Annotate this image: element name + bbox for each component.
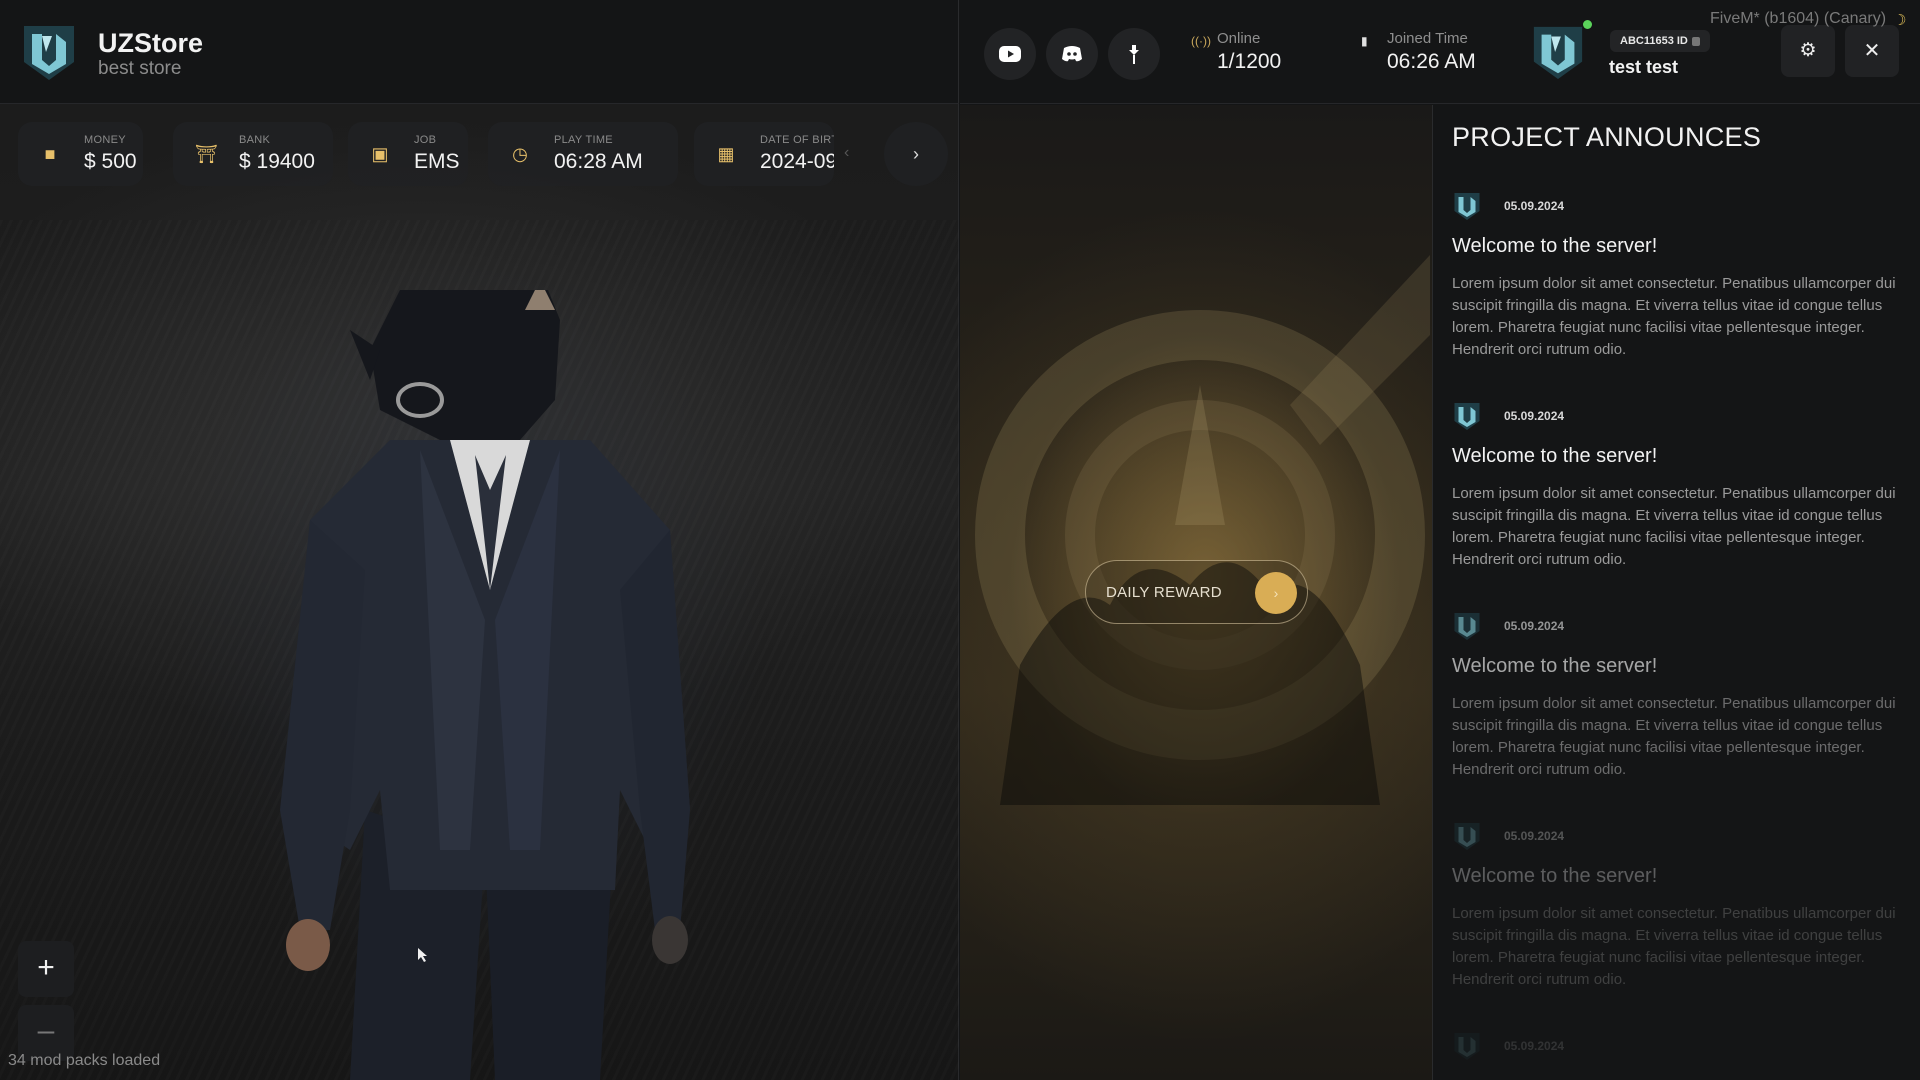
online-value: 1/1200 [1217,50,1282,73]
gear-icon: ⚙ [1799,40,1817,61]
pin-button[interactable] [1108,28,1160,80]
discord-icon [1062,46,1082,62]
announcement-date: 05.09.2024 [1504,199,1565,213]
announcement-title: Welcome to the server! [1452,655,1658,677]
daily-reward-label: DAILY REWARD [1106,584,1222,601]
announcement-body: Lorem ipsum dolor sit amet consectetur. … [1452,695,1896,778]
chevron-right-icon[interactable]: › [884,122,948,186]
announcement-body: Lorem ipsum dolor sit amet consectetur. … [1452,485,1896,568]
announcement-body: Lorem ipsum dolor sit amet consectetur. … [1452,905,1896,988]
announcements-title: PROJECT ANNOUNCES [1452,122,1762,152]
announcement-date: 05.09.2024 [1504,829,1565,843]
player-name: test test [1609,57,1679,77]
announcement-item[interactable]: 05.09.2024 Welcome to the server! Lorem … [1452,191,1902,391]
stat-value: $ 500 [84,150,137,173]
stat-job: ▣ JOB EMS [348,122,468,186]
brand-header: UZStore best store [0,0,959,104]
announcement-title: Welcome to the server! [1452,445,1658,467]
announcement-date: 05.09.2024 [1504,1039,1565,1053]
stat-play-time: ◷ PLAY TIME 06:28 AM [488,122,678,186]
announcement-item[interactable]: 05.09.2024 Welcome to the server! Lorem … [1452,611,1902,811]
mouse-cursor-icon [418,948,427,962]
mod-packs-status: 34 mod packs loaded [8,1052,161,1069]
stat-label: JOB [414,134,437,146]
stat-value: 06:28 AM [554,150,643,173]
online-status-dot [1583,20,1592,29]
stat-label: DATE OF BIRTH [760,134,834,146]
stat-value: EMS [414,150,460,173]
copy-icon[interactable] [1691,36,1700,46]
stat-label: PLAY TIME [554,134,613,146]
youtube-icon [999,46,1021,62]
briefcase-icon: ▣ [371,144,389,164]
player-id-text: ABC11653 ID [1620,35,1688,47]
close-icon: ✕ [1863,40,1881,62]
brand-subtitle: best store [98,58,182,79]
calendar-small-icon: ▮ [1361,34,1368,48]
announcement-body: Lorem ipsum dolor sit amet consectetur. … [1452,275,1896,358]
joined-value: 06:26 AM [1387,50,1476,73]
player-avatar[interactable] [1530,22,1586,82]
bank-icon: ⛩ [195,144,218,164]
client-version: FiveM* (b1604) (Canary) [1710,10,1887,27]
brand-name: UZStore [98,28,204,58]
daily-reward-button[interactable]: DAILY REWARD › [1085,560,1308,624]
stat-date-of-birth: ▦ DATE OF BIRTH 2024-09 [694,122,834,186]
announcement-item[interactable]: 05.09.2024 Welcome to the server! Lorem … [1452,821,1902,1021]
player-stats-bar: ■ MONEY $ 500 ⛩ BANK $ 19400 ▣ JOB EMS ◷… [18,122,948,186]
calendar-icon: ▦ [717,144,735,164]
stat-label: MONEY [84,134,126,146]
shield-logo-icon [1454,403,1480,430]
pin-icon [1129,45,1139,64]
discord-button[interactable] [1046,28,1098,80]
daily-reward-panel: DAILY REWARD › [960,105,1433,1080]
chevron-right-icon[interactable]: › [1255,572,1297,614]
zoom-in-button[interactable]: + [18,941,74,997]
stat-money: ■ MONEY $ 500 [18,122,143,186]
moon-icon: ☽ [1893,12,1907,29]
stat-label: BANK [239,134,271,146]
announcement-item[interactable]: 05.09.2024 [1452,1031,1902,1071]
announcements-panel[interactable]: PROJECT ANNOUNCES 05.09.2024 Welcome to … [1434,105,1920,1080]
player-id-badge[interactable]: ABC11653 ID [1610,30,1710,52]
stat-value: $ 19400 [239,150,315,173]
shield-logo-icon [1454,823,1480,850]
close-button[interactable]: ✕ [1845,25,1899,77]
shield-logo-icon [1454,1033,1480,1060]
shield-logo-icon [1454,193,1480,220]
online-label: Online [1217,30,1261,47]
settings-button[interactable]: ⚙ [1781,25,1835,77]
clock-icon: ◷ [512,144,528,164]
announcement-date: 05.09.2024 [1504,409,1565,423]
shield-logo-icon [24,26,74,80]
announcement-item[interactable]: 05.09.2024 Welcome to the server! Lorem … [1452,401,1902,601]
wallet-icon: ■ [44,144,56,164]
youtube-button[interactable] [984,28,1036,80]
announcement-date: 05.09.2024 [1504,619,1565,633]
shield-logo-icon [1454,613,1480,640]
announcement-title: Welcome to the server! [1452,865,1658,887]
stat-value: 2024-09 [760,150,834,173]
chevron-left-icon[interactable]: ‹ [844,144,849,162]
joined-label: Joined Time [1387,30,1468,47]
stat-bank: ⛩ BANK $ 19400 [173,122,333,186]
signal-icon: ((·)) [1191,34,1211,48]
character-model [280,290,690,1080]
announcement-title: Welcome to the server! [1452,235,1658,257]
